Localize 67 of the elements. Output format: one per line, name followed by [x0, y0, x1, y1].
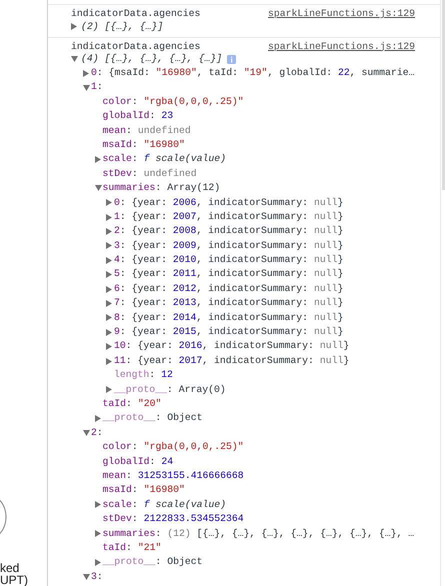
expand-toggle[interactable] [83, 572, 91, 581]
expand-toggle[interactable] [106, 299, 114, 308]
property-entry: __proto__: Array(0) [114, 382, 226, 397]
expand-toggle[interactable] [71, 55, 81, 64]
property-entry: mean: 31253155.416666668 [102, 468, 244, 483]
array-preview: (4) [{…}, {…}, {…}, {…}] [81, 52, 222, 66]
property-entry: length: 12 [114, 368, 173, 382]
property-entry: globalId: 24 [102, 454, 174, 469]
expand-toggle[interactable] [94, 500, 102, 509]
source-link[interactable]: sparkLineFunctions.js:129 [268, 40, 440, 52]
property-entry: 3: [91, 570, 103, 584]
property-entry: taId: "20" [102, 396, 162, 411]
expand-toggle[interactable] [106, 227, 114, 236]
property-entry: 1: [91, 80, 103, 94]
property-entry: 3: {year: 2009, indicatorSummary: null} [114, 238, 344, 253]
expand-toggle[interactable] [94, 558, 102, 566]
property-entry: 7: {year: 2013, indicatorSummary: null} [114, 296, 344, 310]
property-entry: 11: {year: 2017, indicatorSummary: null} [114, 354, 350, 368]
property-entry: 2: [91, 426, 103, 440]
expand-toggle[interactable] [106, 342, 114, 351]
property-entry: mean: undefined [102, 124, 191, 138]
property-entry: 0: {year: 2006, indicatorSummary: null} [114, 196, 344, 210]
array-preview: (2) [{…}, {…}] [81, 20, 164, 34]
expand-toggle[interactable] [106, 256, 114, 264]
property-entry: msaId: "16980" [102, 138, 185, 152]
expand-toggle[interactable] [106, 270, 114, 279]
expand-toggle[interactable] [106, 314, 114, 322]
property-entry: 1: {year: 2007, indicatorSummary: null} [114, 210, 344, 224]
expand-toggle[interactable] [94, 184, 102, 192]
property-entry: __proto__: Object [102, 555, 202, 570]
property-entry: globalId: 23 [102, 109, 174, 124]
property-entry: 5: {year: 2011, indicatorSummary: null} [114, 267, 344, 282]
property-entry: 6: {year: 2012, indicatorSummary: null} [114, 282, 344, 296]
property-entry: 10: {year: 2016, indicatorSummary: null} [114, 339, 350, 354]
log-label: indicatorData.agencies [71, 7, 200, 20]
expand-toggle[interactable] [94, 156, 102, 164]
expand-toggle[interactable] [83, 428, 91, 437]
property-entry: color: "rgba(0,0,0,.25)" [102, 94, 244, 109]
expand-toggle[interactable] [106, 328, 114, 336]
page-text: ked [0, 562, 20, 574]
expand-toggle[interactable] [106, 213, 114, 222]
expand-toggle[interactable] [106, 198, 114, 207]
property-entry: summaries: (12) [{…}, {…}, {…}, {…}, {…}, {…}, {…}, … [102, 526, 414, 540]
expand-toggle[interactable] [106, 386, 114, 394]
property-entry: 0: {msaId: "16980", taId: "19", globalId: 22, summarie… [91, 66, 414, 80]
source-link[interactable]: sparkLineFunctions.js:129 [268, 7, 440, 20]
expand-toggle[interactable] [94, 414, 102, 423]
property-entry: 9: {year: 2015, indicatorSummary: null} [114, 325, 344, 340]
expand-toggle[interactable] [83, 69, 91, 78]
property-entry: __proto__: Object [102, 411, 202, 426]
property-entry: 8: {year: 2014, indicatorSummary: null} [114, 310, 344, 325]
log-label: indicatorData.agencies [71, 40, 200, 52]
property-entry: scale: f scale(value) [102, 152, 226, 166]
expand-toggle[interactable] [106, 242, 114, 250]
property-entry: 2: {year: 2008, indicatorSummary: null} [114, 224, 344, 238]
expand-toggle[interactable] [94, 530, 102, 538]
property-entry: taId: "21" [102, 540, 162, 555]
expand-toggle[interactable] [106, 285, 114, 294]
expand-toggle[interactable] [83, 84, 91, 92]
expand-toggle[interactable] [106, 357, 114, 365]
property-entry: summaries: Array(12) [102, 181, 220, 196]
property-entry: 4: {year: 2010, indicatorSummary: null} [114, 253, 344, 268]
property-entry: stDev: undefined [102, 166, 197, 181]
property-entry: stDev: 2122833.534552364 [102, 512, 244, 526]
property-entry: msaId: "16980" [102, 483, 185, 498]
property-entry: scale: f scale(value) [102, 498, 226, 512]
property-entry: color: "rgba(0,0,0,.25)" [102, 440, 244, 454]
